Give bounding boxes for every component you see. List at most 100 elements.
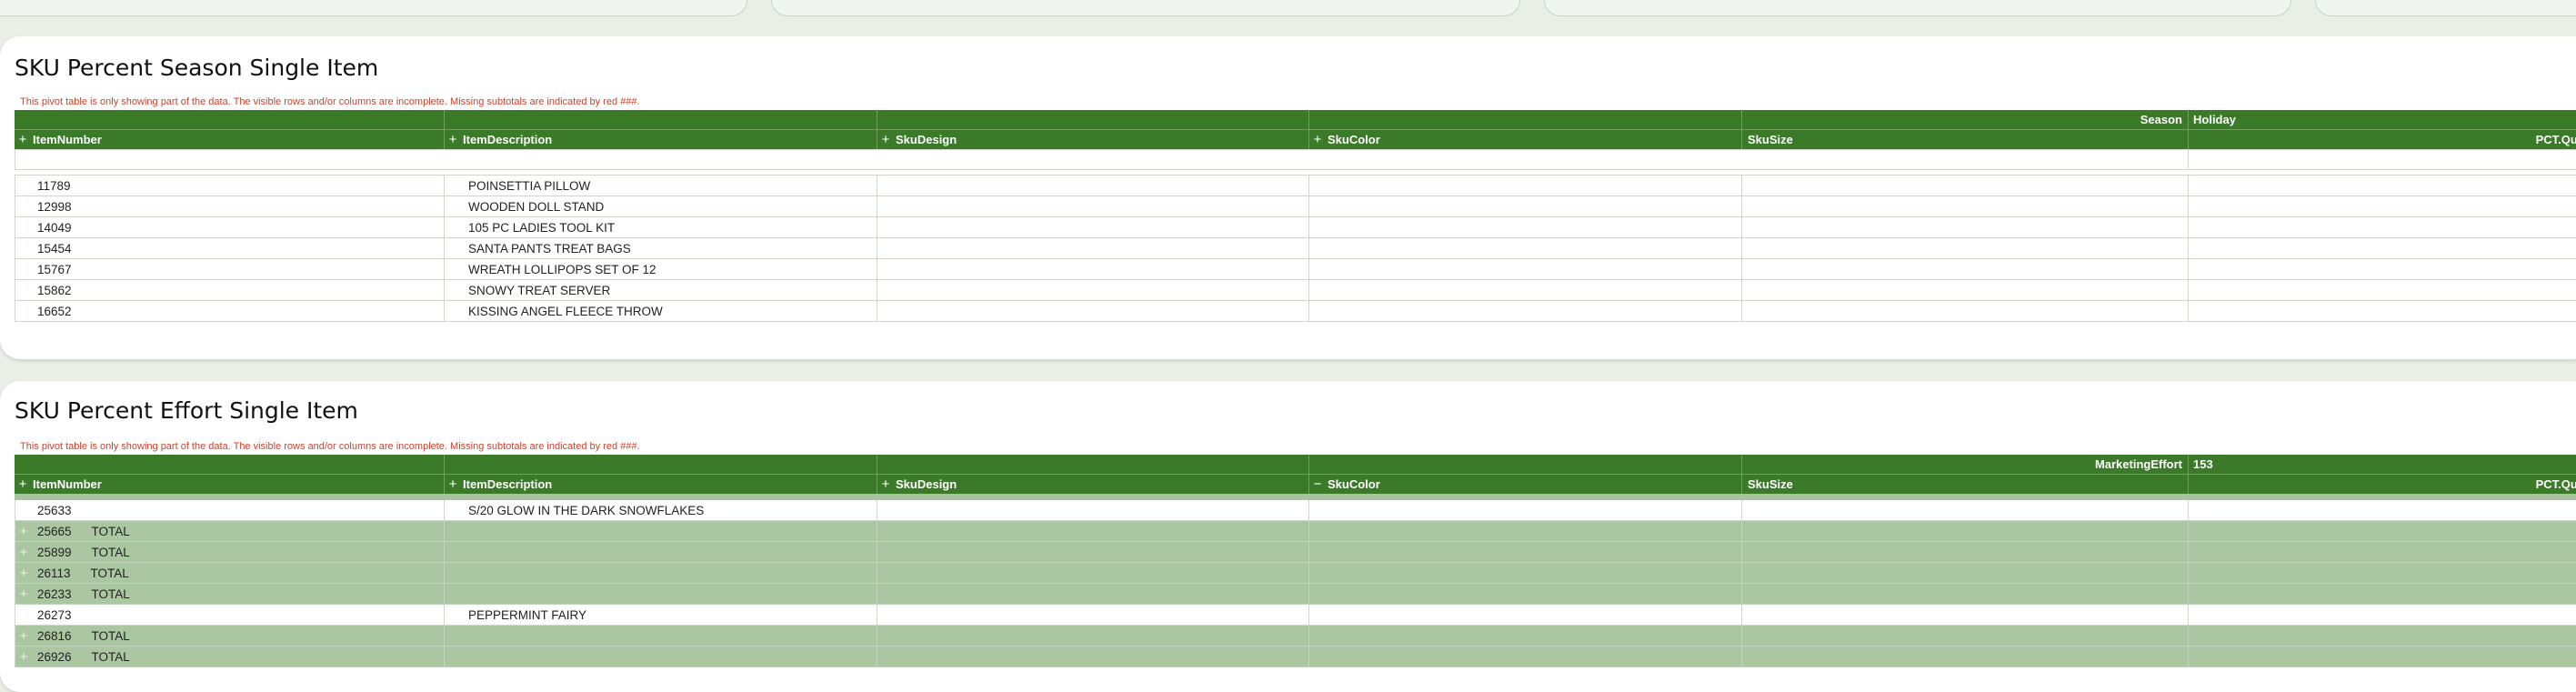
table-row-total[interactable]: +25665 TOTAL xyxy=(15,521,2576,542)
pivot-warning: This pivot table is only showing part of… xyxy=(20,96,640,107)
table-cell xyxy=(1742,563,2189,583)
table-row[interactable]: 15862 SNOWY TREAT SERVER xyxy=(15,280,2576,301)
table-cell xyxy=(1309,584,1742,604)
table-cell xyxy=(1309,301,1742,321)
cell-itemnumber: +26926 TOTAL xyxy=(15,647,445,667)
table-row-total[interactable]: +26926 TOTAL xyxy=(15,647,2576,667)
expand-icon[interactable]: + xyxy=(446,132,459,147)
item-number: 12998 xyxy=(37,199,72,214)
expand-icon[interactable]: + xyxy=(17,524,30,539)
table-cell xyxy=(877,238,1309,258)
cell-itemnumber: 25633 xyxy=(15,500,445,520)
expand-icon[interactable]: + xyxy=(16,476,29,492)
column-header-itemnumber[interactable]: + ItemNumber xyxy=(15,130,445,149)
cell-itemdescription: SNOWY TREAT SERVER xyxy=(445,280,877,300)
item-description: KISSING ANGEL FLEECE THROW xyxy=(468,304,663,318)
total-label: TOTAL xyxy=(91,628,130,643)
column-header-skudesign[interactable]: + SkuDesign xyxy=(877,130,1309,149)
filter-value[interactable]: 153 xyxy=(2189,455,2576,474)
table-cell xyxy=(1742,647,2189,667)
table-row[interactable]: 25633 S/20 GLOW IN THE DARK SNOWFLAKES xyxy=(15,500,2576,521)
table-cell xyxy=(877,542,1309,562)
table-row-total[interactable]: +25899 TOTAL xyxy=(15,542,2576,563)
item-number: 11789 xyxy=(37,178,71,193)
table-cell xyxy=(2189,626,2576,646)
filter-label: Season xyxy=(1742,110,2189,129)
table-row[interactable]: 11789 POINSETTIA PILLOW xyxy=(15,176,2576,196)
expand-icon[interactable]: + xyxy=(1311,132,1324,147)
expand-icon[interactable]: + xyxy=(879,132,892,147)
item-number: 25633 xyxy=(37,503,72,517)
expand-icon[interactable]: + xyxy=(879,476,892,492)
column-header-skucolor[interactable]: + SkuColor xyxy=(1309,130,1742,149)
table-cell xyxy=(1309,647,1742,667)
item-number: 15862 xyxy=(37,283,72,297)
table-cell xyxy=(2189,217,2576,237)
table-cell xyxy=(1742,259,2189,279)
table-cell xyxy=(1309,238,1742,258)
pivot-table: MarketingEffort 153 + ItemNumber + ItemDes… xyxy=(15,455,2576,667)
cell-itemnumber: +26113 TOTAL xyxy=(15,563,445,583)
column-header-skusize[interactable]: SkuSize xyxy=(1742,130,2189,149)
table-cell xyxy=(445,542,877,562)
expand-icon[interactable]: + xyxy=(17,545,30,560)
table-row[interactable]: 12998 WOODEN DOLL STAND xyxy=(15,196,2576,217)
item-number: 26816 xyxy=(37,628,72,643)
expand-icon[interactable]: + xyxy=(17,566,30,581)
table-row[interactable]: 15767 WREATH LOLLIPOPS SET OF 12 xyxy=(15,259,2576,280)
table-cell xyxy=(1742,238,2189,258)
expand-icon[interactable]: + xyxy=(17,628,30,644)
table-row[interactable]: 14049 105 PC LADIES TOOL KIT xyxy=(15,217,2576,238)
column-header-skudesign[interactable]: + SkuDesign xyxy=(877,475,1309,494)
table-cell xyxy=(2189,176,2576,196)
filter-value[interactable]: Holiday xyxy=(2189,110,2576,129)
table-cell xyxy=(1309,626,1742,646)
table-row-total[interactable]: +26816 TOTAL xyxy=(15,626,2576,647)
column-header-itemnumber[interactable]: + ItemNumber xyxy=(15,475,445,494)
item-description: WOODEN DOLL STAND xyxy=(468,199,605,214)
table-cell xyxy=(877,259,1309,279)
table-cell xyxy=(1309,521,1742,541)
dashboard-card-partial xyxy=(0,0,747,16)
table-cell xyxy=(1742,605,2189,625)
table-row[interactable]: 26273 PEPPERMINT FAIRY xyxy=(15,605,2576,626)
column-header-skucolor[interactable]: − SkuColor xyxy=(1309,475,1742,494)
table-row[interactable]: 16652 KISSING ANGEL FLEECE THROW xyxy=(15,301,2576,322)
pivot-filter-row: MarketingEffort 153 xyxy=(15,455,2576,475)
table-cell xyxy=(1742,196,2189,216)
item-description: SANTA PANTS TREAT BAGS xyxy=(468,241,631,256)
table-row-total[interactable]: +26233 TOTAL xyxy=(15,584,2576,605)
item-description: WREATH LOLLIPOPS SET OF 12 xyxy=(468,262,657,276)
column-header-itemdescription[interactable]: + ItemDescription xyxy=(445,130,877,149)
table-row[interactable]: 15454 SANTA PANTS TREAT BAGS xyxy=(15,238,2576,259)
column-header-skusize[interactable]: SkuSize xyxy=(1742,475,2189,494)
expand-icon[interactable]: + xyxy=(446,476,459,492)
expand-icon[interactable]: + xyxy=(17,587,30,602)
table-cell xyxy=(445,647,877,667)
table-cell xyxy=(1309,280,1742,300)
measure-header[interactable]: PCT.Quan xyxy=(2189,130,2576,149)
table-cell xyxy=(2189,563,2576,583)
table-cell xyxy=(2189,521,2576,541)
column-header-itemdescription[interactable]: + ItemDescription xyxy=(445,475,877,494)
measure-header[interactable]: PCT.Quan xyxy=(2189,475,2576,494)
table-cell xyxy=(1742,217,2189,237)
table-cell xyxy=(2189,280,2576,300)
total-label: TOTAL xyxy=(91,545,130,559)
item-description: PEPPERMINT FAIRY xyxy=(468,607,587,622)
expand-icon[interactable]: + xyxy=(17,649,30,665)
collapse-icon[interactable]: − xyxy=(1311,476,1324,492)
cell-itemdescription: KISSING ANGEL FLEECE THROW xyxy=(445,301,877,321)
pivot-panel-season: SKU Percent Season Single Item This pivo… xyxy=(0,36,2576,359)
expand-icon[interactable]: + xyxy=(16,132,29,147)
table-row-total[interactable]: +26113 TOTAL xyxy=(15,563,2576,584)
table-cell xyxy=(1742,542,2189,562)
pivot-column-headers: + ItemNumber + ItemDescription + SkuDesign … xyxy=(15,130,2576,149)
table-cell xyxy=(1742,626,2189,646)
table-cell xyxy=(1309,259,1742,279)
table-row-blank xyxy=(15,149,2576,170)
table-cell xyxy=(877,500,1309,520)
table-cell xyxy=(1742,584,2189,604)
table-cell xyxy=(1742,176,2189,196)
header-separator xyxy=(15,494,2576,500)
